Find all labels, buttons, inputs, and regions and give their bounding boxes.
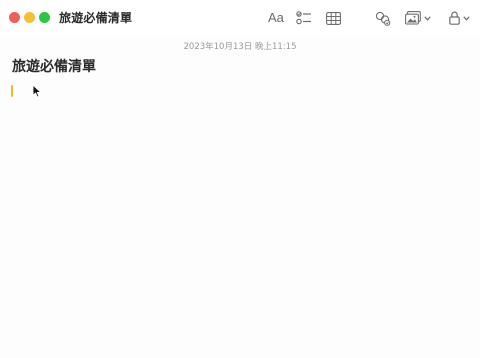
collaborate-icon (375, 11, 391, 26)
note-title[interactable]: 旅遊必備清單 (12, 56, 96, 76)
text-caret (11, 85, 13, 97)
media-button[interactable] (405, 9, 431, 27)
table-button[interactable] (326, 9, 341, 27)
table-icon (326, 11, 341, 25)
mouse-pointer-icon (32, 84, 42, 98)
chevron-down-icon (463, 15, 470, 21)
collaborate-button[interactable] (375, 9, 391, 27)
format-button[interactable]: Aa (268, 9, 284, 27)
maximize-button[interactable] (39, 12, 50, 23)
checklist-button[interactable] (296, 9, 312, 27)
note-timestamp: 2023年10月13日 晚上11:15 (183, 42, 297, 52)
titlebar: 旅遊必備清單 Aa (0, 0, 480, 36)
lock-icon (449, 11, 460, 25)
media-icon (405, 11, 421, 25)
close-button[interactable] (9, 12, 20, 23)
lock-button[interactable] (449, 9, 470, 27)
checklist-icon (296, 11, 311, 25)
note-body-editor[interactable] (0, 80, 480, 358)
minimize-button[interactable] (24, 12, 35, 23)
window-title: 旅遊必備清單 (59, 11, 133, 25)
notes-window: 旅遊必備清單 Aa 2023年10月13日 晚上11:15 旅遊必備清單 (0, 0, 480, 358)
format-text-icon: Aa (268, 10, 284, 25)
chevron-down-icon (424, 15, 431, 21)
